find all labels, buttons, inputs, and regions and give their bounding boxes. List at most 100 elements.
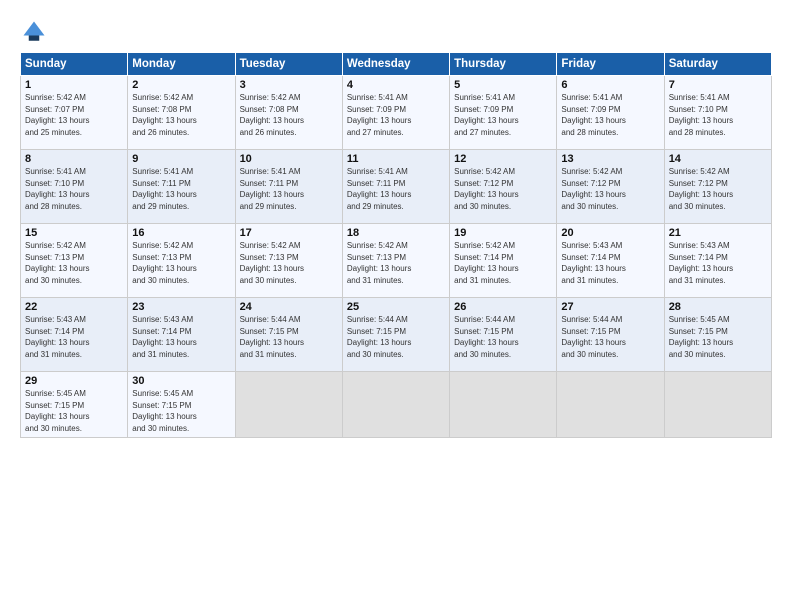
- day-number: 22: [25, 301, 123, 313]
- day-number: 10: [240, 153, 338, 165]
- day-info: Sunrise: 5:42 AM Sunset: 7:12 PM Dayligh…: [669, 166, 767, 212]
- day-info: Sunrise: 5:43 AM Sunset: 7:14 PM Dayligh…: [132, 314, 230, 360]
- day-number: 29: [25, 375, 123, 387]
- day-cell: 25Sunrise: 5:44 AM Sunset: 7:15 PM Dayli…: [342, 298, 449, 372]
- day-info: Sunrise: 5:42 AM Sunset: 7:08 PM Dayligh…: [240, 92, 338, 138]
- day-info: Sunrise: 5:44 AM Sunset: 7:15 PM Dayligh…: [561, 314, 659, 360]
- day-cell: 24Sunrise: 5:44 AM Sunset: 7:15 PM Dayli…: [235, 298, 342, 372]
- week-row-4: 29Sunrise: 5:45 AM Sunset: 7:15 PM Dayli…: [21, 372, 772, 438]
- day-cell: 12Sunrise: 5:42 AM Sunset: 7:12 PM Dayli…: [450, 150, 557, 224]
- day-number: 24: [240, 301, 338, 313]
- day-number: 6: [561, 79, 659, 91]
- week-row-1: 8Sunrise: 5:41 AM Sunset: 7:10 PM Daylig…: [21, 150, 772, 224]
- header-cell-friday: Friday: [557, 53, 664, 76]
- day-number: 19: [454, 227, 552, 239]
- day-cell: 27Sunrise: 5:44 AM Sunset: 7:15 PM Dayli…: [557, 298, 664, 372]
- day-cell: 2Sunrise: 5:42 AM Sunset: 7:08 PM Daylig…: [128, 76, 235, 150]
- header-cell-sunday: Sunday: [21, 53, 128, 76]
- day-number: 12: [454, 153, 552, 165]
- day-cell: 30Sunrise: 5:45 AM Sunset: 7:15 PM Dayli…: [128, 372, 235, 438]
- day-info: Sunrise: 5:45 AM Sunset: 7:15 PM Dayligh…: [669, 314, 767, 360]
- day-info: Sunrise: 5:41 AM Sunset: 7:10 PM Dayligh…: [669, 92, 767, 138]
- day-cell: [557, 372, 664, 438]
- logo-icon: [20, 18, 48, 46]
- day-cell: 22Sunrise: 5:43 AM Sunset: 7:14 PM Dayli…: [21, 298, 128, 372]
- header-cell-thursday: Thursday: [450, 53, 557, 76]
- day-cell: [450, 372, 557, 438]
- header-cell-monday: Monday: [128, 53, 235, 76]
- header-cell-saturday: Saturday: [664, 53, 771, 76]
- day-number: 30: [132, 375, 230, 387]
- day-cell: 9Sunrise: 5:41 AM Sunset: 7:11 PM Daylig…: [128, 150, 235, 224]
- day-info: Sunrise: 5:44 AM Sunset: 7:15 PM Dayligh…: [454, 314, 552, 360]
- day-number: 7: [669, 79, 767, 91]
- day-cell: 1Sunrise: 5:42 AM Sunset: 7:07 PM Daylig…: [21, 76, 128, 150]
- day-cell: 21Sunrise: 5:43 AM Sunset: 7:14 PM Dayli…: [664, 224, 771, 298]
- day-cell: 15Sunrise: 5:42 AM Sunset: 7:13 PM Dayli…: [21, 224, 128, 298]
- day-cell: 13Sunrise: 5:42 AM Sunset: 7:12 PM Dayli…: [557, 150, 664, 224]
- day-cell: 20Sunrise: 5:43 AM Sunset: 7:14 PM Dayli…: [557, 224, 664, 298]
- day-number: 26: [454, 301, 552, 313]
- day-info: Sunrise: 5:41 AM Sunset: 7:11 PM Dayligh…: [132, 166, 230, 212]
- day-info: Sunrise: 5:44 AM Sunset: 7:15 PM Dayligh…: [240, 314, 338, 360]
- day-info: Sunrise: 5:42 AM Sunset: 7:13 PM Dayligh…: [347, 240, 445, 286]
- day-cell: [235, 372, 342, 438]
- day-info: Sunrise: 5:44 AM Sunset: 7:15 PM Dayligh…: [347, 314, 445, 360]
- header-cell-wednesday: Wednesday: [342, 53, 449, 76]
- day-cell: 29Sunrise: 5:45 AM Sunset: 7:15 PM Dayli…: [21, 372, 128, 438]
- day-number: 20: [561, 227, 659, 239]
- day-info: Sunrise: 5:45 AM Sunset: 7:15 PM Dayligh…: [25, 388, 123, 434]
- day-number: 17: [240, 227, 338, 239]
- day-number: 1: [25, 79, 123, 91]
- day-cell: 7Sunrise: 5:41 AM Sunset: 7:10 PM Daylig…: [664, 76, 771, 150]
- day-info: Sunrise: 5:43 AM Sunset: 7:14 PM Dayligh…: [561, 240, 659, 286]
- day-info: Sunrise: 5:42 AM Sunset: 7:13 PM Dayligh…: [240, 240, 338, 286]
- day-cell: 17Sunrise: 5:42 AM Sunset: 7:13 PM Dayli…: [235, 224, 342, 298]
- day-cell: 3Sunrise: 5:42 AM Sunset: 7:08 PM Daylig…: [235, 76, 342, 150]
- day-cell: 18Sunrise: 5:42 AM Sunset: 7:13 PM Dayli…: [342, 224, 449, 298]
- day-info: Sunrise: 5:41 AM Sunset: 7:11 PM Dayligh…: [240, 166, 338, 212]
- page: SundayMondayTuesdayWednesdayThursdayFrid…: [0, 0, 792, 612]
- day-info: Sunrise: 5:41 AM Sunset: 7:10 PM Dayligh…: [25, 166, 123, 212]
- week-row-2: 15Sunrise: 5:42 AM Sunset: 7:13 PM Dayli…: [21, 224, 772, 298]
- day-number: 16: [132, 227, 230, 239]
- day-number: 23: [132, 301, 230, 313]
- header: [20, 18, 772, 46]
- day-number: 13: [561, 153, 659, 165]
- calendar-table: SundayMondayTuesdayWednesdayThursdayFrid…: [20, 52, 772, 438]
- day-cell: [664, 372, 771, 438]
- week-row-3: 22Sunrise: 5:43 AM Sunset: 7:14 PM Dayli…: [21, 298, 772, 372]
- day-cell: 28Sunrise: 5:45 AM Sunset: 7:15 PM Dayli…: [664, 298, 771, 372]
- day-number: 18: [347, 227, 445, 239]
- day-cell: 11Sunrise: 5:41 AM Sunset: 7:11 PM Dayli…: [342, 150, 449, 224]
- day-cell: 5Sunrise: 5:41 AM Sunset: 7:09 PM Daylig…: [450, 76, 557, 150]
- day-number: 28: [669, 301, 767, 313]
- day-cell: 8Sunrise: 5:41 AM Sunset: 7:10 PM Daylig…: [21, 150, 128, 224]
- day-info: Sunrise: 5:41 AM Sunset: 7:09 PM Dayligh…: [347, 92, 445, 138]
- day-number: 11: [347, 153, 445, 165]
- day-number: 14: [669, 153, 767, 165]
- day-number: 21: [669, 227, 767, 239]
- day-cell: 19Sunrise: 5:42 AM Sunset: 7:14 PM Dayli…: [450, 224, 557, 298]
- day-info: Sunrise: 5:43 AM Sunset: 7:14 PM Dayligh…: [25, 314, 123, 360]
- day-cell: 26Sunrise: 5:44 AM Sunset: 7:15 PM Dayli…: [450, 298, 557, 372]
- day-info: Sunrise: 5:41 AM Sunset: 7:09 PM Dayligh…: [454, 92, 552, 138]
- day-cell: 14Sunrise: 5:42 AM Sunset: 7:12 PM Dayli…: [664, 150, 771, 224]
- day-info: Sunrise: 5:42 AM Sunset: 7:07 PM Dayligh…: [25, 92, 123, 138]
- day-cell: [342, 372, 449, 438]
- day-cell: 16Sunrise: 5:42 AM Sunset: 7:13 PM Dayli…: [128, 224, 235, 298]
- day-info: Sunrise: 5:42 AM Sunset: 7:08 PM Dayligh…: [132, 92, 230, 138]
- day-number: 15: [25, 227, 123, 239]
- day-info: Sunrise: 5:42 AM Sunset: 7:13 PM Dayligh…: [25, 240, 123, 286]
- day-info: Sunrise: 5:42 AM Sunset: 7:12 PM Dayligh…: [454, 166, 552, 212]
- day-info: Sunrise: 5:45 AM Sunset: 7:15 PM Dayligh…: [132, 388, 230, 434]
- day-info: Sunrise: 5:42 AM Sunset: 7:12 PM Dayligh…: [561, 166, 659, 212]
- day-cell: 23Sunrise: 5:43 AM Sunset: 7:14 PM Dayli…: [128, 298, 235, 372]
- day-number: 8: [25, 153, 123, 165]
- day-number: 3: [240, 79, 338, 91]
- day-cell: 6Sunrise: 5:41 AM Sunset: 7:09 PM Daylig…: [557, 76, 664, 150]
- header-row: SundayMondayTuesdayWednesdayThursdayFrid…: [21, 53, 772, 76]
- day-cell: 10Sunrise: 5:41 AM Sunset: 7:11 PM Dayli…: [235, 150, 342, 224]
- header-cell-tuesday: Tuesday: [235, 53, 342, 76]
- day-number: 4: [347, 79, 445, 91]
